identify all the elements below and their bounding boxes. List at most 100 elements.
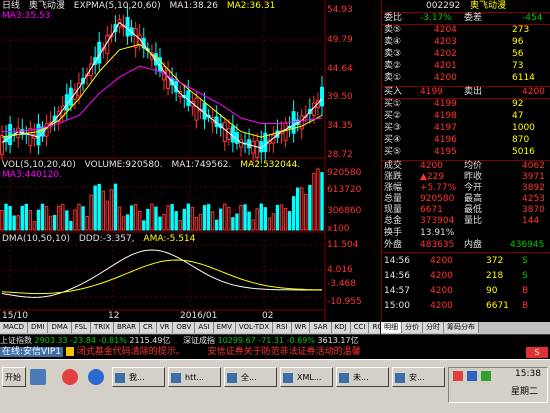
- buy-price: 4198: [434, 111, 457, 121]
- indicator-tab[interactable]: OBV: [173, 322, 196, 333]
- taskbar-window-button[interactable]: XML...: [280, 367, 333, 387]
- tray-icon[interactable]: [481, 371, 491, 381]
- expma-label[interactable]: EXPMA(5,10,20,60): [74, 1, 161, 11]
- indicator-tab[interactable]: TRIX: [90, 322, 114, 333]
- dma-tick: 11.504: [327, 240, 359, 250]
- sz-index-value: 10299.67: [217, 336, 256, 345]
- indicator-tab[interactable]: VOL-TDX: [235, 322, 274, 333]
- orderbook-row[interactable]: 卖① 4200 6114: [382, 73, 550, 84]
- buy-price: 4199: [434, 99, 457, 109]
- orderbook-row[interactable]: 总量 920580 最高 4253: [382, 194, 550, 205]
- taskbar-window-button[interactable]: 全...: [224, 367, 277, 387]
- taskbar-window-button[interactable]: 安...: [392, 367, 445, 387]
- taskbar-window-button[interactable]: 我...: [112, 367, 165, 387]
- indicator-tab[interactable]: EMV: [213, 322, 236, 333]
- vol-tick: 613720: [327, 185, 362, 195]
- tray-icon[interactable]: [467, 371, 477, 381]
- trade-time: 15:00: [384, 301, 410, 311]
- indicator-tab[interactable]: KDJ: [331, 322, 351, 333]
- orderbook-row[interactable]: 总金 373904 量比 144: [382, 216, 550, 227]
- vol-label[interactable]: VOL(5,10,20,40): [2, 160, 76, 170]
- volume-bar: [121, 216, 126, 231]
- stat-label: 现量: [384, 205, 403, 215]
- dma-label[interactable]: DMA(10,50,10): [2, 234, 70, 244]
- detail-tabs: 明细 分价 分时 筹码分布: [381, 322, 550, 334]
- window-title: 安...: [409, 373, 425, 382]
- orderbook-row[interactable]: 卖② 4201 73: [382, 61, 550, 72]
- orderbook-row[interactable]: 买③ 4197 1000: [382, 123, 550, 134]
- stat-label: 总量: [384, 194, 403, 204]
- orderbook-row[interactable]: 现量 6671 最低 3870: [382, 205, 550, 216]
- volume-bar: [243, 204, 247, 231]
- indicator-tab[interactable]: CCI: [350, 322, 370, 333]
- indicator-tabs: MACD DMI DMA FSL TRIX BRAR CR VR OBV ASI EMV VOL-TD…: [0, 322, 380, 334]
- orderbook-row[interactable]: 成交 4200 均价 4062: [382, 161, 550, 172]
- indicator-tab[interactable]: CR: [140, 322, 157, 333]
- detail-tab[interactable]: 分价: [402, 322, 423, 333]
- orderbook-row[interactable]: 涨幅 +5.77% 今开 3892: [382, 183, 550, 194]
- kline-chart-area[interactable]: 日线 奥飞动漫 EXPMA(5,10,20,60) MA1:38.26 MA2:…: [0, 0, 380, 322]
- indicator-tab[interactable]: SAR: [310, 322, 332, 333]
- orderbook-row[interactable]: 买④ 4196 870: [382, 135, 550, 146]
- volume-bar: [231, 217, 235, 231]
- indicator-tab[interactable]: MACD: [0, 322, 28, 333]
- quicklaunch-ie-icon[interactable]: [88, 369, 104, 385]
- orderbook-row[interactable]: 买② 4198 47: [382, 111, 550, 122]
- trade-volume: 6671: [486, 301, 509, 311]
- orderbook-row[interactable]: 买① 4199 92: [382, 99, 550, 110]
- sh-index-amount: 2115.49亿: [129, 336, 171, 345]
- indicator-tab[interactable]: ROC: [369, 322, 380, 333]
- orderbook-row[interactable]: 14:56 4200 372 S: [382, 256, 550, 267]
- clock-time[interactable]: 15:38: [515, 369, 541, 379]
- ticker-message-2[interactable]: 安信证券关于防范非法证券活动的温馨: [208, 347, 361, 357]
- indicator-tab[interactable]: ASI: [195, 322, 214, 333]
- indicator-tab[interactable]: WR: [291, 322, 311, 333]
- stat-label: 均价: [464, 161, 483, 171]
- period-label[interactable]: 日线: [2, 1, 20, 11]
- volume-bar: [182, 208, 186, 231]
- ime-icon[interactable]: S: [526, 347, 548, 358]
- orderbook-row[interactable]: 14:56 4200 218 S: [382, 271, 550, 282]
- sz-index-label[interactable]: 深证成指: [183, 336, 215, 345]
- start-button[interactable]: 开始: [2, 367, 26, 387]
- weibi-value: -3.17%: [420, 13, 452, 23]
- vol-unit: x100: [327, 224, 350, 234]
- quicklaunch-app-icon[interactable]: [30, 369, 46, 385]
- indicator-tab[interactable]: BRAR: [113, 322, 140, 333]
- detail-tab[interactable]: 明细: [381, 322, 402, 333]
- orderbook-row[interactable]: 买⑤ 4195 5016: [382, 147, 550, 158]
- volume-bar: [24, 203, 29, 231]
- tray-icon[interactable]: [453, 371, 463, 381]
- indicator-tab[interactable]: VR: [156, 322, 174, 333]
- volume-bar: [146, 209, 150, 231]
- alert-icon[interactable]: [65, 347, 74, 356]
- detail-tab[interactable]: 分时: [423, 322, 444, 333]
- window-icon: [171, 373, 181, 383]
- volume-bar: [57, 205, 61, 231]
- online-status[interactable]: 在线:安信VIP1: [0, 347, 63, 357]
- volume-bar: [235, 213, 239, 231]
- volume-bar: [65, 210, 69, 231]
- stat-value: +5.77%: [420, 183, 457, 193]
- sh-index-label[interactable]: 上证指数: [0, 336, 32, 345]
- orderbook-row[interactable]: 14:57 4200 90 B: [382, 286, 550, 297]
- orderbook-row[interactable]: 涨跌 ▲229 昨收 3971: [382, 172, 550, 183]
- orderbook-row[interactable]: 15:00 4200 6671 B: [382, 301, 550, 312]
- ma2-value: MA2:36.31: [226, 1, 276, 11]
- orderbook-row[interactable]: 卖⑤ 4204 273: [382, 25, 550, 36]
- candle-body: [320, 86, 324, 107]
- orderbook-row[interactable]: 卖③ 4202 56: [382, 49, 550, 60]
- candle-body: [28, 128, 33, 146]
- trade-direction: B: [522, 286, 529, 296]
- indicator-tab[interactable]: DMI: [27, 322, 49, 333]
- orderbook-row[interactable]: 卖④ 4203 96: [382, 37, 550, 48]
- detail-tab[interactable]: 筹码分布: [444, 322, 479, 333]
- indicator-tab[interactable]: DMA: [48, 322, 72, 333]
- taskbar-window-button[interactable]: 未...: [336, 367, 389, 387]
- quicklaunch-browser-icon[interactable]: [62, 369, 78, 385]
- volume-bar: [150, 203, 154, 231]
- indicator-tab[interactable]: RSI: [273, 322, 292, 333]
- taskbar-window-button[interactable]: htt...: [168, 367, 221, 387]
- ticker-message-1[interactable]: 闭式基金代码清除的提示。: [77, 347, 185, 357]
- indicator-tab[interactable]: FSL: [71, 322, 91, 333]
